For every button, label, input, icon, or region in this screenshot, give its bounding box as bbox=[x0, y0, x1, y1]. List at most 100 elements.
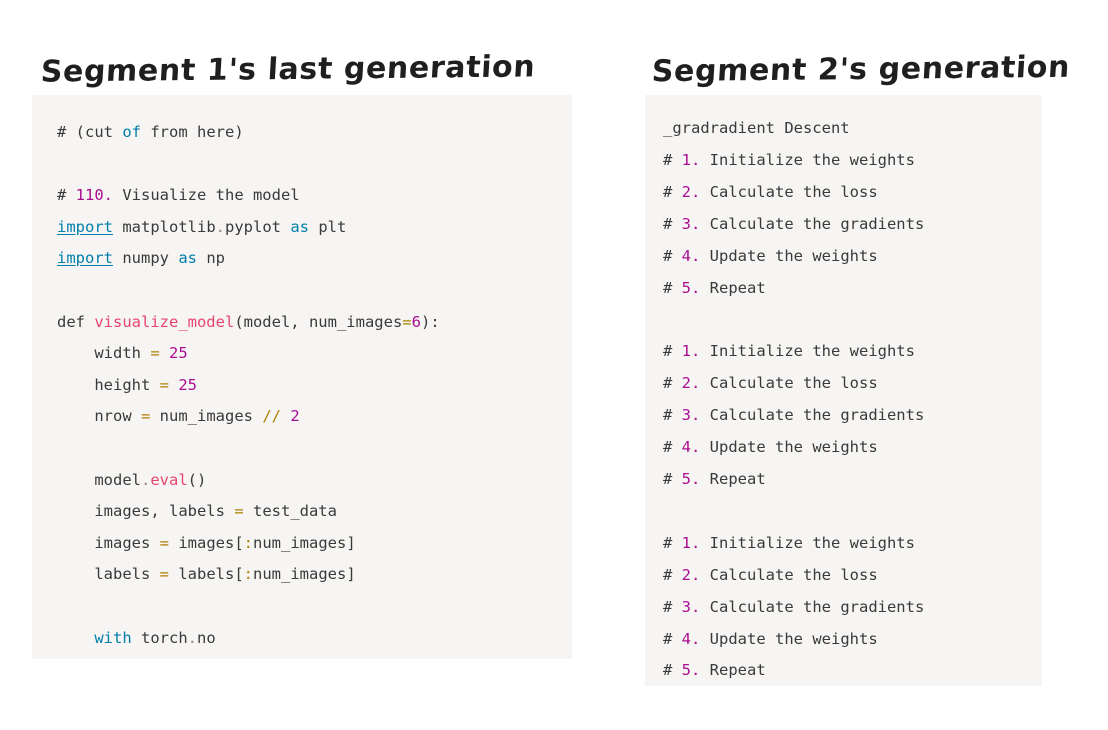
code-token: 1. bbox=[681, 533, 701, 552]
code-token: # bbox=[663, 661, 682, 680]
code-line: width = 25 bbox=[57, 338, 554, 370]
code-token: num_images bbox=[253, 533, 347, 552]
code-token: Initialize the weights bbox=[700, 533, 915, 552]
code-token: # bbox=[663, 565, 682, 584]
code-token: height bbox=[57, 375, 160, 394]
code-token: Initialize the weights bbox=[700, 150, 915, 169]
code-token: : bbox=[243, 533, 254, 552]
code-line: import numpy as np bbox=[57, 243, 554, 275]
code-token: # bbox=[663, 406, 682, 425]
code-token: # bbox=[57, 186, 76, 205]
code-token: as bbox=[290, 217, 309, 236]
code-token: import bbox=[57, 217, 113, 236]
code-line: # 4. Update the weights bbox=[663, 624, 1026, 656]
code-token: images bbox=[169, 533, 235, 552]
code-token: Calculate the loss bbox=[700, 182, 878, 201]
code-token: model bbox=[57, 470, 141, 489]
code-token: ] bbox=[346, 565, 356, 584]
segment-2-code-panel: _gradradient Descent # 1. Initialize the … bbox=[645, 95, 1042, 686]
code-token: 4. bbox=[681, 246, 701, 265]
code-line: # 2. Calculate the loss bbox=[663, 368, 1026, 400]
code-token: (model, num_images bbox=[234, 312, 403, 331]
code-token: Repeat bbox=[700, 661, 766, 680]
code-token: 2 bbox=[290, 407, 300, 426]
code-token: 5. bbox=[681, 661, 701, 680]
code-line: # 3. Calculate the gradients bbox=[663, 400, 1026, 432]
code-token: # bbox=[663, 246, 682, 265]
code-token: eval bbox=[150, 470, 188, 489]
segment-1-heading: Segment 1's last generation bbox=[39, 49, 537, 90]
code-token: # bbox=[663, 597, 682, 616]
code-token: numpy bbox=[113, 249, 179, 268]
code-token: num_images bbox=[253, 565, 347, 584]
code-token: Calculate the gradients bbox=[700, 406, 925, 425]
code-token: no bbox=[197, 628, 216, 647]
code-token: 1. bbox=[681, 150, 701, 169]
code-line: images = images[:num_images] bbox=[57, 528, 554, 560]
code-token: # (cut bbox=[57, 123, 123, 141]
code-token: def bbox=[57, 312, 95, 331]
code-token: np bbox=[197, 249, 225, 268]
code-token: Update the weights bbox=[700, 246, 878, 265]
code-line: # 5. Repeat bbox=[663, 464, 1026, 496]
code-line: nrow = num_images // 2 bbox=[57, 401, 554, 433]
code-token: of bbox=[122, 123, 141, 141]
code-token: 2. bbox=[681, 182, 701, 201]
code-line: # 2. Calculate the loss bbox=[663, 177, 1026, 209]
code-token: Calculate the loss bbox=[700, 374, 878, 393]
code-token: Visualize the model bbox=[113, 186, 300, 205]
code-token: . bbox=[141, 470, 151, 489]
code-line: # 5. Repeat bbox=[663, 273, 1026, 305]
code-line: import matplotlib.pyplot as plt bbox=[57, 212, 554, 244]
code-token: num_images bbox=[150, 407, 263, 426]
code-token: = bbox=[234, 502, 244, 521]
code-token: // bbox=[262, 407, 281, 426]
code-token: Initialize the weights bbox=[700, 342, 915, 361]
code-line: # 5. Repeat bbox=[663, 655, 1026, 686]
code-token: [ bbox=[234, 565, 244, 584]
code-token: 110. bbox=[75, 186, 113, 205]
segment-2-code-lines: _gradradient Descent # 1. Initialize the … bbox=[663, 113, 1026, 686]
code-token: 5. bbox=[681, 278, 701, 297]
code-token: Repeat bbox=[700, 469, 766, 488]
code-token: 2. bbox=[681, 374, 701, 393]
code-token: matplotlib bbox=[113, 217, 216, 236]
code-token: 3. bbox=[681, 406, 701, 425]
code-line: _gradradient Descent bbox=[663, 113, 1026, 145]
code-line: # 1. Initialize the weights bbox=[663, 336, 1026, 368]
code-token: as bbox=[178, 249, 197, 268]
code-token: # bbox=[663, 374, 682, 393]
code-token: . bbox=[215, 217, 225, 236]
code-token: 3. bbox=[681, 597, 701, 616]
code-token: labels bbox=[169, 565, 235, 584]
code-token: Repeat bbox=[700, 278, 766, 297]
code-token: Calculate the loss bbox=[700, 565, 878, 584]
code-token: with bbox=[94, 628, 132, 647]
code-line: # 3. Calculate the gradients bbox=[663, 592, 1026, 624]
code-line: height = 25 bbox=[57, 370, 554, 402]
code-line: with torch.no bbox=[57, 623, 554, 655]
code-token: 2. bbox=[681, 565, 701, 584]
code-token: : bbox=[243, 565, 254, 584]
code-token: # bbox=[663, 629, 682, 648]
code-line: # 4. Update the weights bbox=[663, 432, 1026, 464]
code-token: labels bbox=[57, 565, 160, 584]
code-token: Calculate the gradients bbox=[700, 597, 925, 616]
code-token: 3. bbox=[681, 214, 701, 233]
code-token: 1. bbox=[681, 342, 701, 361]
code-token: images bbox=[57, 533, 160, 552]
code-token: 25 bbox=[169, 344, 188, 363]
code-token: = bbox=[159, 533, 169, 552]
code-line: # 2. Calculate the loss bbox=[663, 560, 1026, 592]
code-token: () bbox=[187, 470, 207, 489]
code-token: # bbox=[663, 469, 682, 488]
